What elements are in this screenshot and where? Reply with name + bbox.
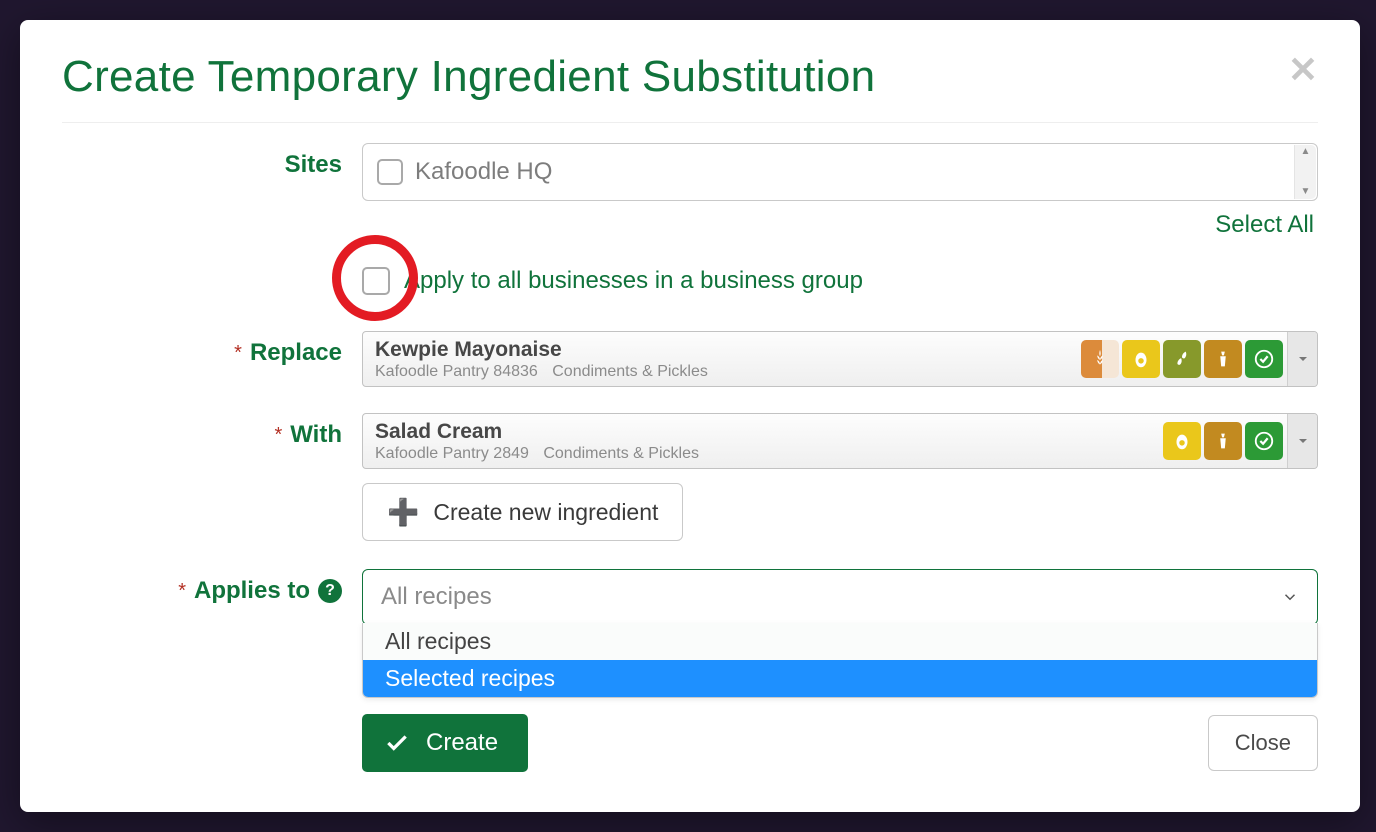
plus-icon: ➕ xyxy=(387,497,419,528)
replace-allergen-badges xyxy=(1077,332,1287,386)
apply-all-checkbox[interactable] xyxy=(362,267,390,295)
applies-to-select[interactable]: All recipes xyxy=(362,569,1318,625)
replace-ingredient-picker[interactable]: Kewpie Mayonaise Kafoodle Pantry 84836 C… xyxy=(362,331,1318,387)
modal-header: Create Temporary Ingredient Substitution… xyxy=(62,52,1318,123)
required-marker: * xyxy=(274,424,282,447)
label-with: * With xyxy=(62,413,362,449)
form-body: Sites Kafoodle HQ ▲ ▼ Select All xyxy=(62,123,1318,772)
with-dropdown-toggle[interactable] xyxy=(1287,414,1317,468)
site-checkbox[interactable] xyxy=(377,159,403,185)
label-replace-text: Replace xyxy=(250,339,342,367)
create-button[interactable]: Create xyxy=(362,714,528,772)
create-ingredient-label: Create new ingredient xyxy=(433,499,658,526)
option-all-recipes[interactable]: All recipes xyxy=(363,623,1317,660)
with-ingredient-name: Salad Cream xyxy=(375,421,1147,443)
verified-icon xyxy=(1245,422,1283,460)
apply-all-label: Apply to all businesses in a business gr… xyxy=(404,267,863,295)
soy-icon xyxy=(1163,340,1201,378)
with-ingredient-source: Kafoodle Pantry 2849 xyxy=(375,445,529,462)
replace-ingredient-name: Kewpie Mayonaise xyxy=(375,339,1065,361)
label-sites-text: Sites xyxy=(285,151,342,179)
row-replace: * Replace Kewpie Mayonaise Kafoodle Pant… xyxy=(62,331,1318,401)
scroll-up-icon[interactable]: ▲ xyxy=(1295,145,1316,159)
with-ingredient-picker[interactable]: Salad Cream Kafoodle Pantry 2849 Condime… xyxy=(362,413,1318,469)
replace-dropdown-toggle[interactable] xyxy=(1287,332,1317,386)
replace-ingredient-source: Kafoodle Pantry 84836 xyxy=(375,363,538,380)
label-with-text: With xyxy=(290,421,342,449)
applies-to-value: All recipes xyxy=(381,583,492,611)
row-sites: Sites Kafoodle HQ ▲ ▼ Select All xyxy=(62,143,1318,319)
verified-icon xyxy=(1245,340,1283,378)
required-marker: * xyxy=(234,342,242,365)
label-sites: Sites xyxy=(62,143,362,179)
egg-icon xyxy=(1163,422,1201,460)
sites-scrollbar[interactable]: ▲ ▼ xyxy=(1294,145,1316,199)
apply-all-row: Apply to all businesses in a business gr… xyxy=(362,263,1318,319)
scroll-down-icon[interactable]: ▼ xyxy=(1295,185,1316,199)
help-icon[interactable]: ? xyxy=(318,579,342,603)
site-option-label: Kafoodle HQ xyxy=(415,158,552,186)
sites-multiselect[interactable]: Kafoodle HQ ▲ ▼ xyxy=(362,143,1318,201)
close-icon[interactable]: ✕ xyxy=(1288,52,1318,88)
replace-ingredient-meta: Kafoodle Pantry 84836 Condiments & Pickl… xyxy=(375,363,1065,381)
modal-footer: Create Close xyxy=(362,714,1318,772)
replace-ingredient-category: Condiments & Pickles xyxy=(552,363,708,380)
row-applies-to: * Applies to ? All recipes All recipes S… xyxy=(62,569,1318,772)
close-button[interactable]: Close xyxy=(1208,715,1318,771)
chevron-down-icon xyxy=(1281,588,1299,606)
with-ingredient-info: Salad Cream Kafoodle Pantry 2849 Condime… xyxy=(363,414,1159,468)
select-all-link[interactable]: Select All xyxy=(1215,211,1314,238)
egg-icon xyxy=(1122,340,1160,378)
with-ingredient-meta: Kafoodle Pantry 2849 Condiments & Pickle… xyxy=(375,445,1147,463)
label-applies-to: * Applies to ? xyxy=(62,569,362,605)
mustard-icon xyxy=(1204,340,1242,378)
mustard-icon xyxy=(1204,422,1242,460)
substitution-modal: Create Temporary Ingredient Substitution… xyxy=(20,20,1360,812)
required-marker: * xyxy=(178,580,186,603)
wheat-icon xyxy=(1081,340,1119,378)
label-applies-to-text: Applies to xyxy=(194,577,310,605)
check-icon xyxy=(384,730,410,756)
with-allergen-badges xyxy=(1159,414,1287,468)
create-ingredient-button[interactable]: ➕ Create new ingredient xyxy=(362,483,683,541)
modal-title: Create Temporary Ingredient Substitution xyxy=(62,52,875,102)
applies-to-dropdown: All recipes Selected recipes xyxy=(362,623,1318,698)
create-button-label: Create xyxy=(426,729,498,757)
row-with: * With Salad Cream Kafoodle Pantry 2849 … xyxy=(62,413,1318,541)
option-selected-recipes[interactable]: Selected recipes xyxy=(363,660,1317,697)
with-ingredient-category: Condiments & Pickles xyxy=(543,445,699,462)
replace-ingredient-info: Kewpie Mayonaise Kafoodle Pantry 84836 C… xyxy=(363,332,1077,386)
label-replace: * Replace xyxy=(62,331,362,367)
